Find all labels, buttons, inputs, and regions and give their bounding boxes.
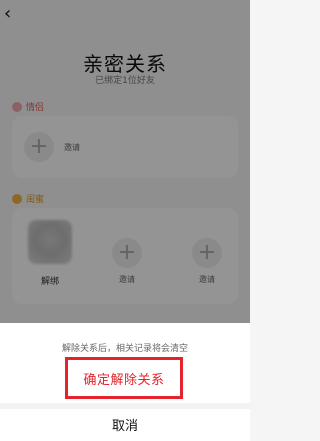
unbind-warning-text: 解除关系后，相关记录将会清空 xyxy=(61,344,188,354)
confirm-unbind-button[interactable]: 确定解除关系 xyxy=(65,357,183,399)
cancel-button[interactable]: 取消 xyxy=(0,415,250,434)
sheet-divider xyxy=(0,403,250,409)
action-sheet: 解除关系后，相关记录将会清空 确定解除关系 取消 xyxy=(0,323,250,441)
confirm-unbind-label: 确定解除关系 xyxy=(83,372,165,388)
